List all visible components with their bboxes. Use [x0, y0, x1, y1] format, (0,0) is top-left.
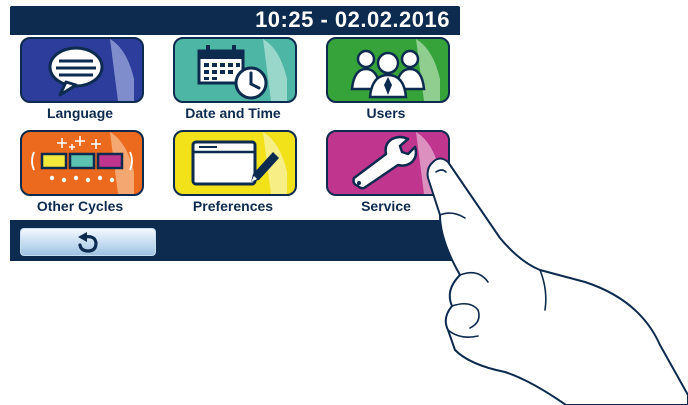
- pointing-hand-illustration: [426, 157, 688, 405]
